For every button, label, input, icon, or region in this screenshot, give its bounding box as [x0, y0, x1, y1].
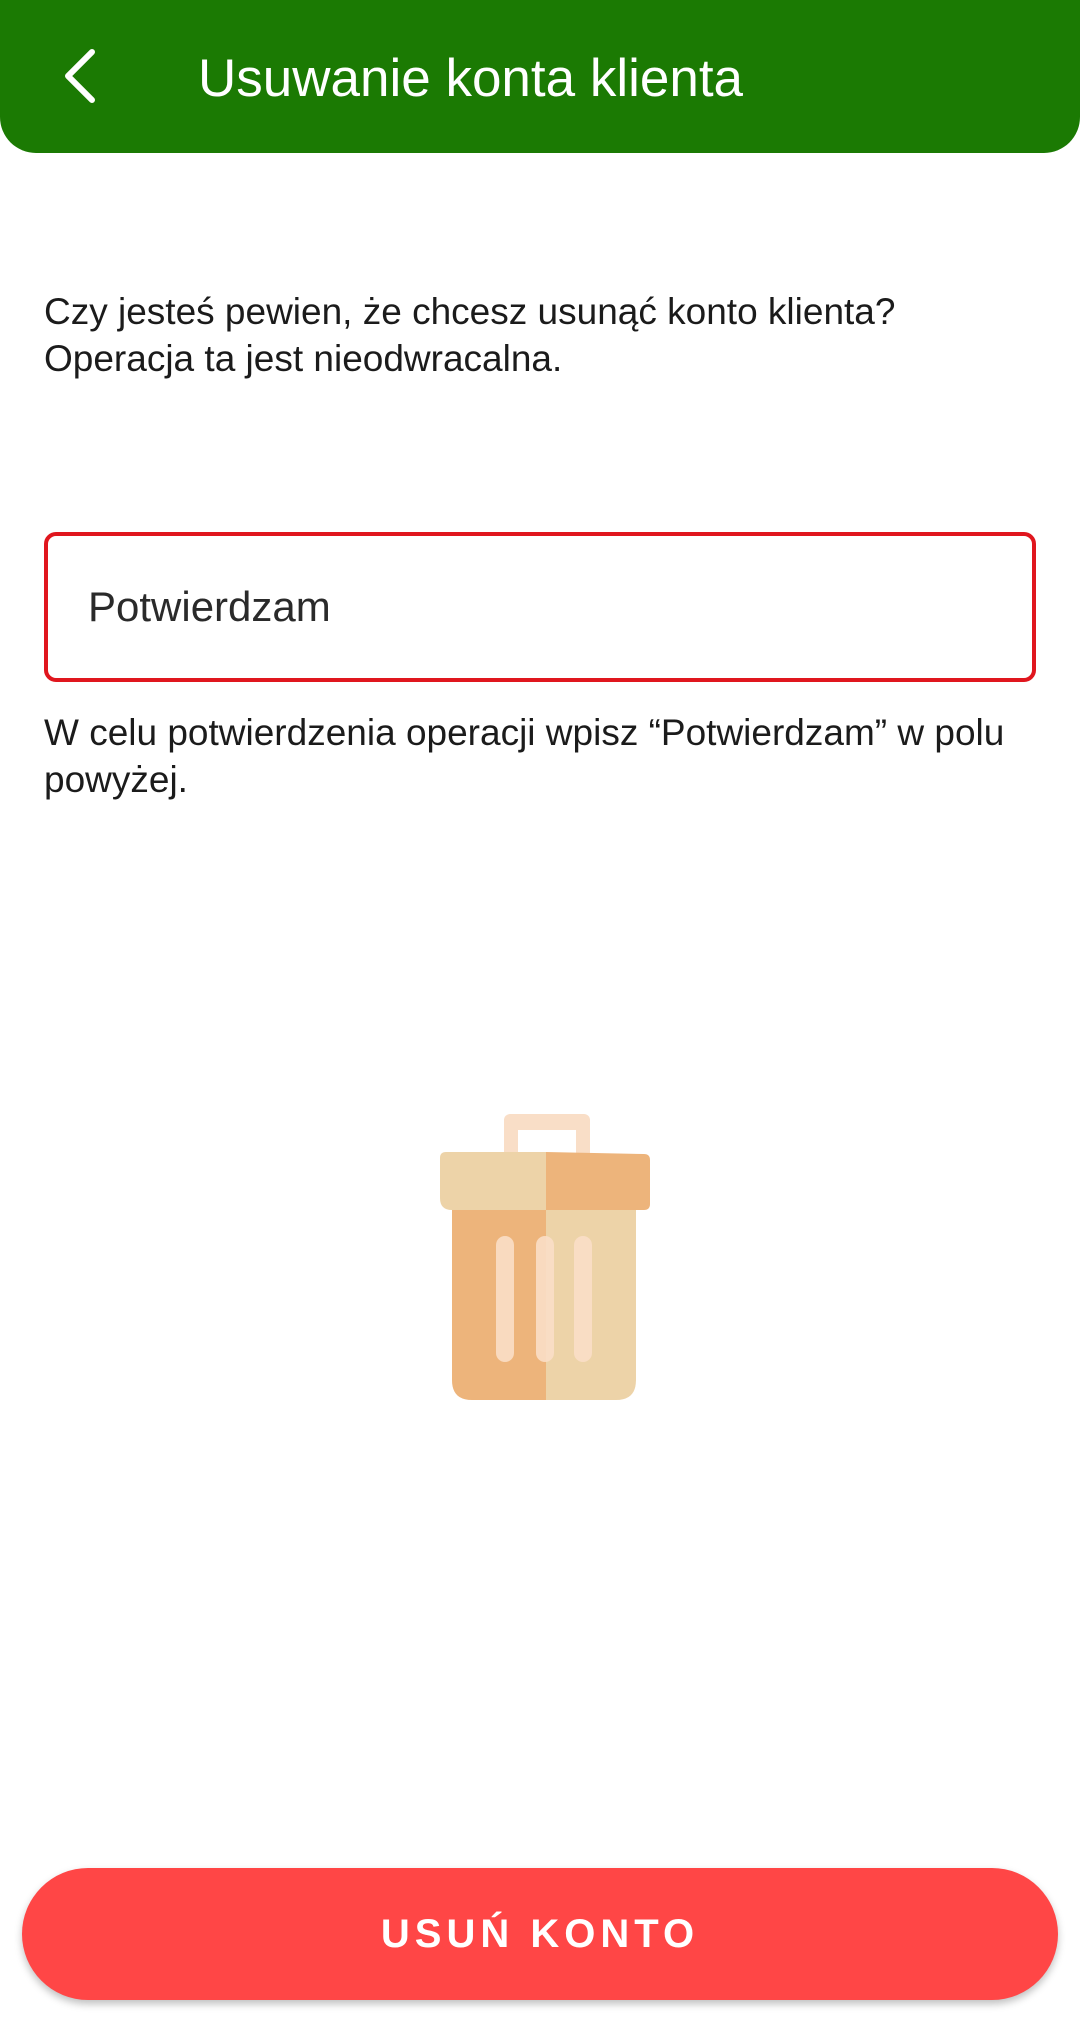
- question-line-2: Operacja ta jest nieodwracalna.: [44, 338, 563, 379]
- confirmation-question: Czy jesteś pewien, że chcesz usunąć kont…: [44, 288, 1044, 382]
- question-line-1: Czy jesteś pewien, że chcesz usunąć kont…: [44, 291, 896, 332]
- delete-account-button-label: USUŃ KONTO: [380, 1911, 700, 1956]
- delete-account-button[interactable]: USUŃ KONTO: [22, 1868, 1058, 2000]
- trash-can-icon: [440, 1114, 650, 1400]
- confirm-input[interactable]: [88, 536, 988, 678]
- page-title: Usuwanie konta klienta: [198, 49, 744, 108]
- app-bar: Usuwanie konta klienta: [0, 0, 1080, 153]
- helper-text: W celu potwierdzenia operacji wpisz “Pot…: [44, 712, 1005, 800]
- chevron-left-icon: [65, 49, 95, 103]
- confirm-field: [44, 532, 1036, 682]
- back-button[interactable]: [40, 36, 120, 116]
- delete-account-screen: Usuwanie konta klienta Czy jesteś pewien…: [0, 0, 1080, 2022]
